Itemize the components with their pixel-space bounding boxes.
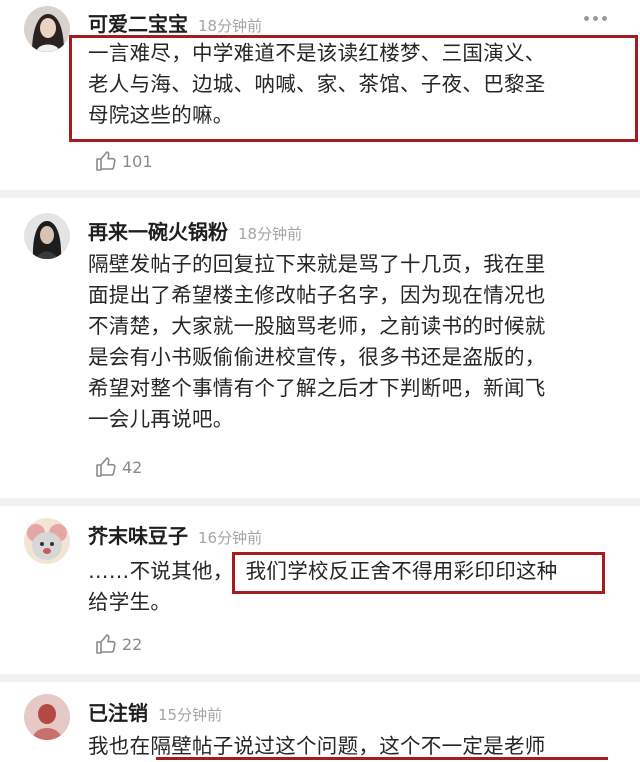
divider bbox=[0, 674, 640, 682]
comment-segment: ……不说其他， bbox=[88, 559, 234, 583]
username-text[interactable]: 芥末味豆子 bbox=[88, 524, 188, 548]
username-text[interactable]: 已注销 bbox=[88, 701, 148, 725]
like-count: 42 bbox=[122, 457, 143, 477]
thumbs-up-icon bbox=[96, 634, 116, 654]
comment-line: 希望对整个事情有个了解之后才下判断吧，新闻飞 bbox=[88, 376, 546, 400]
like-count: 22 bbox=[122, 634, 143, 654]
username[interactable]: 芥末味豆子 16分钟前 bbox=[88, 520, 262, 549]
comment-line: 不清楚，大家就一股脑骂老师，之前读书的时候就 bbox=[88, 314, 546, 338]
comment-line: 一会儿再说吧。 bbox=[88, 407, 234, 431]
timestamp: 18分钟前 bbox=[238, 225, 303, 243]
comment-line: 面提出了希望楼主修改帖子名字，因为现在情况也 bbox=[88, 283, 546, 307]
username-text[interactable]: 再来一碗火锅粉 bbox=[88, 220, 228, 244]
more-dots-icon[interactable] bbox=[578, 8, 614, 28]
avatar[interactable] bbox=[24, 213, 70, 259]
timestamp: 15分钟前 bbox=[158, 706, 223, 724]
highlight-box bbox=[232, 552, 605, 594]
like-count: 101 bbox=[122, 151, 153, 171]
avatar[interactable] bbox=[24, 518, 70, 564]
highlight-box bbox=[69, 35, 638, 142]
divider bbox=[0, 498, 640, 506]
underlined-segment: 隔壁帖子说过这个问题，这个不一定是老师 bbox=[150, 734, 546, 758]
divider bbox=[0, 190, 640, 198]
comment-line: 隔壁发帖子的回复拉下来就是骂了十几页，我在里 bbox=[88, 252, 546, 276]
username[interactable]: 已注销 15分钟前 bbox=[88, 697, 222, 726]
comment-line: 是会有小书贩偷偷进校宣传，很多书还是盗版的， bbox=[88, 345, 546, 369]
like-button[interactable]: 101 bbox=[94, 149, 153, 173]
timestamp: 16分钟前 bbox=[198, 529, 263, 547]
comment-segment: 我也在 bbox=[88, 734, 151, 758]
thumbs-up-icon bbox=[96, 151, 116, 171]
thumbs-up-icon bbox=[96, 457, 116, 477]
avatar[interactable] bbox=[24, 6, 70, 52]
comment-text: 隔壁发帖子的回复拉下来就是骂了十几页，我在里 面提出了希望楼主修改帖子名字，因为… bbox=[88, 249, 623, 435]
username[interactable]: 再来一碗火锅粉 18分钟前 bbox=[88, 216, 302, 245]
timestamp: 18分钟前 bbox=[198, 17, 263, 35]
like-button[interactable]: 42 bbox=[94, 455, 142, 479]
avatar[interactable] bbox=[24, 694, 70, 740]
username-text[interactable]: 可爱二宝宝 bbox=[88, 12, 188, 36]
username[interactable]: 可爱二宝宝 18分钟前 bbox=[88, 8, 262, 37]
like-button[interactable]: 22 bbox=[94, 632, 142, 656]
